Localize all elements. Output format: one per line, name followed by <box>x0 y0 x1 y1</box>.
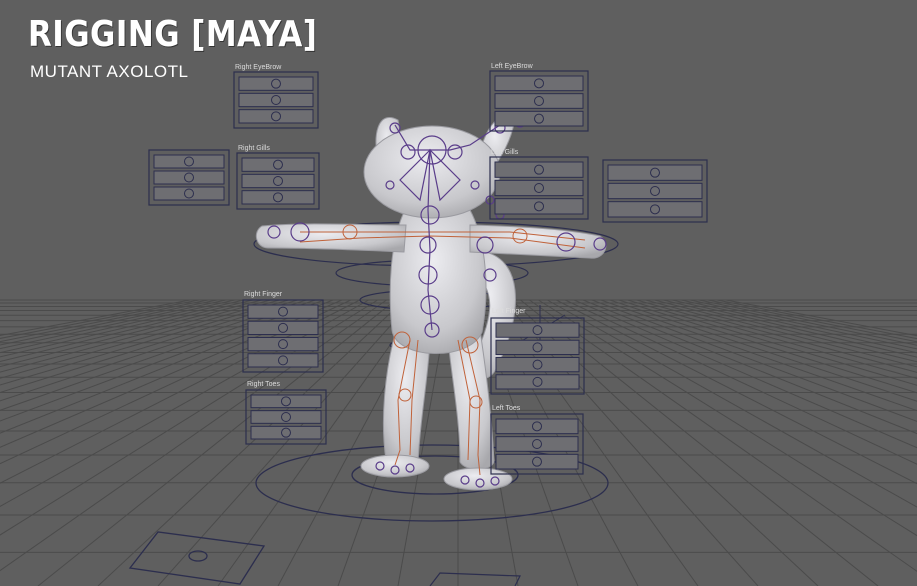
control-panel-unlabeled-2[interactable] <box>148 149 230 206</box>
panel-label: Left Toes <box>492 405 521 412</box>
slider-track[interactable] <box>495 418 579 435</box>
panel-label: Left EyeBrow <box>491 63 534 70</box>
slider-track[interactable] <box>495 436 579 452</box>
panel-label: Right Toes <box>247 381 280 388</box>
slider-track[interactable] <box>607 201 703 218</box>
slider-track[interactable] <box>494 179 584 197</box>
slider-track[interactable] <box>495 453 579 470</box>
slider-track[interactable] <box>607 164 703 181</box>
panel-label: Right EyeBrow <box>235 64 282 71</box>
panel-label: Left Gills <box>491 149 519 156</box>
page-title: RIGGING [MAYA] <box>28 14 318 55</box>
slider-track[interactable] <box>494 75 584 92</box>
slider-track[interactable] <box>494 110 584 127</box>
panel-label: Left Finger <box>492 308 526 315</box>
control-panel-right-toes[interactable]: Right Toes <box>245 381 327 445</box>
slider-track[interactable] <box>607 182 703 200</box>
control-panel-unlabeled-5[interactable] <box>602 159 708 223</box>
maya-viewport[interactable]: Right EyeBrow Left EyeBrow Right Gills Left… <box>0 0 917 586</box>
slider-track[interactable] <box>494 198 584 215</box>
page-subtitle: MUTANT AXOLOTL <box>30 62 189 81</box>
slider-track[interactable] <box>494 161 584 178</box>
panel-label: Right Gills <box>238 145 270 152</box>
slider-track[interactable] <box>494 93 584 109</box>
panel-label: Right Finger <box>244 291 283 298</box>
